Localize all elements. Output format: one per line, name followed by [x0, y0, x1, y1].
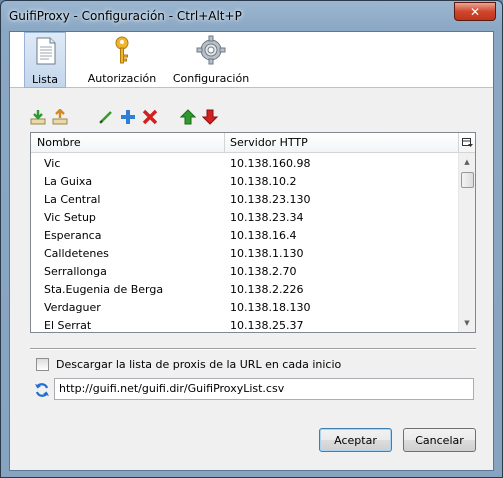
- cell-server: 10.138.18.130: [230, 301, 311, 314]
- table-row[interactable]: El Serrat 10.138.25.37: [31, 316, 459, 334]
- delete-icon: [142, 109, 158, 125]
- tab-autorizacion-label: Autorización: [87, 72, 157, 85]
- cell-name: La Guixa: [44, 175, 93, 188]
- cell-server: 10.138.23.34: [230, 211, 304, 224]
- dialog-window: GuifiProxy - Configuración - Ctrl+Alt+P …: [0, 0, 503, 478]
- column-header-nombre[interactable]: Nombre: [37, 136, 81, 149]
- table-row[interactable]: Calldetenes 10.138.1.130: [31, 244, 459, 262]
- delete-button[interactable]: [140, 107, 160, 127]
- cell-name: Serrallonga: [44, 265, 107, 278]
- title-bar[interactable]: GuifiProxy - Configuración - Ctrl+Alt+P …: [1, 1, 502, 31]
- move-up-icon: [180, 109, 196, 125]
- column-separator[interactable]: [224, 133, 225, 153]
- cell-server: 10.138.1.130: [230, 247, 304, 260]
- cell-name: Vic: [44, 157, 61, 170]
- list-header: Nombre Servidor HTTP: [31, 133, 475, 153]
- edit-button[interactable]: [96, 107, 116, 127]
- cell-name: Calldetenes: [44, 247, 109, 260]
- import-icon: [30, 110, 46, 125]
- table-row[interactable]: Verdaguer 10.138.18.130: [31, 298, 459, 316]
- table-row[interactable]: La Guixa 10.138.10.2: [31, 172, 459, 190]
- cancel-button[interactable]: Cancelar: [403, 428, 476, 452]
- list-rows: Vic 10.138.160.98 La Guixa 10.138.10.2 L…: [31, 154, 459, 334]
- move-up-button[interactable]: [178, 107, 198, 127]
- refresh-icon[interactable]: [34, 382, 50, 398]
- cell-name: Sta.Eugenia de Berga: [44, 283, 164, 296]
- tab-bar: Lista Autorización Configuración: [10, 32, 493, 88]
- close-button[interactable]: ✕: [454, 2, 496, 21]
- table-row[interactable]: Vic 10.138.160.98: [31, 154, 459, 172]
- move-down-icon: [202, 109, 218, 125]
- tab-lista-label: Lista: [32, 73, 58, 86]
- cell-server: 10.138.16.4: [230, 229, 297, 242]
- cell-name: Verdaguer: [44, 301, 101, 314]
- tab-configuracion-label: Configuración: [172, 72, 250, 85]
- table-row[interactable]: Esperanca 10.138.16.4: [31, 226, 459, 244]
- cell-name: Esperanca: [44, 229, 102, 242]
- close-icon: ✕: [469, 4, 481, 19]
- proxy-list[interactable]: Nombre Servidor HTTP Vic 10.138.160.98 L…: [30, 132, 476, 333]
- table-row[interactable]: Serrallonga 10.138.2.70: [31, 262, 459, 280]
- key-icon: [115, 36, 129, 64]
- column-header-servidor[interactable]: Servidor HTTP: [230, 136, 308, 149]
- scroll-down-button[interactable]: ▼: [459, 315, 475, 331]
- download-on-start-label: Descargar la lista de proxis de la URL e…: [56, 357, 342, 371]
- export-icon: [52, 109, 68, 125]
- cell-server: 10.138.2.70: [230, 265, 297, 278]
- gear-icon: [196, 35, 226, 65]
- cell-name: Vic Setup: [44, 211, 96, 224]
- chevron-up-icon: ▲: [464, 158, 470, 166]
- edit-icon: [99, 111, 112, 124]
- table-row[interactable]: Vic Setup 10.138.23.34: [31, 208, 459, 226]
- dialog-client-area: Lista Autorización Configuración Nombre …: [9, 31, 494, 471]
- vertical-scrollbar[interactable]: ▲ ▼: [458, 153, 475, 332]
- download-on-start-option[interactable]: Descargar la lista de proxis de la URL e…: [36, 356, 341, 372]
- add-icon: [121, 110, 135, 124]
- separator-line: [30, 348, 476, 350]
- scroll-up-button[interactable]: ▲: [459, 154, 475, 170]
- import-button[interactable]: [28, 107, 48, 127]
- document-icon: [36, 37, 56, 65]
- add-button[interactable]: [118, 107, 138, 127]
- accept-button[interactable]: Aceptar: [319, 428, 392, 452]
- chevron-down-icon: ▼: [464, 319, 470, 327]
- column-chooser-icon: [461, 138, 473, 147]
- tab-lista[interactable]: Lista: [24, 32, 66, 88]
- scroll-thumb[interactable]: [461, 172, 474, 188]
- table-row[interactable]: Sta.Eugenia de Berga 10.138.2.226: [31, 280, 459, 298]
- cell-server: 10.138.2.226: [230, 283, 304, 296]
- url-input[interactable]: http://guifi.net/guifi.dir/GuifiProxyLis…: [54, 378, 474, 400]
- export-button[interactable]: [50, 107, 70, 127]
- tab-configuracion[interactable]: Configuración: [173, 32, 249, 88]
- cell-name: El Serrat: [44, 319, 92, 332]
- table-row[interactable]: La Central 10.138.23.130: [31, 190, 459, 208]
- cell-server: 10.138.10.2: [230, 175, 297, 188]
- cell-server: 10.138.23.130: [230, 193, 311, 206]
- download-on-start-checkbox[interactable]: [36, 357, 49, 371]
- move-down-button[interactable]: [200, 107, 220, 127]
- window-title: GuifiProxy - Configuración - Ctrl+Alt+P: [9, 9, 242, 23]
- cell-server: 10.138.25.37: [230, 319, 304, 332]
- column-chooser-button[interactable]: [458, 133, 475, 153]
- cell-name: La Central: [44, 193, 101, 206]
- tab-autorizacion[interactable]: Autorización: [88, 32, 156, 88]
- cell-server: 10.138.160.98: [230, 157, 311, 170]
